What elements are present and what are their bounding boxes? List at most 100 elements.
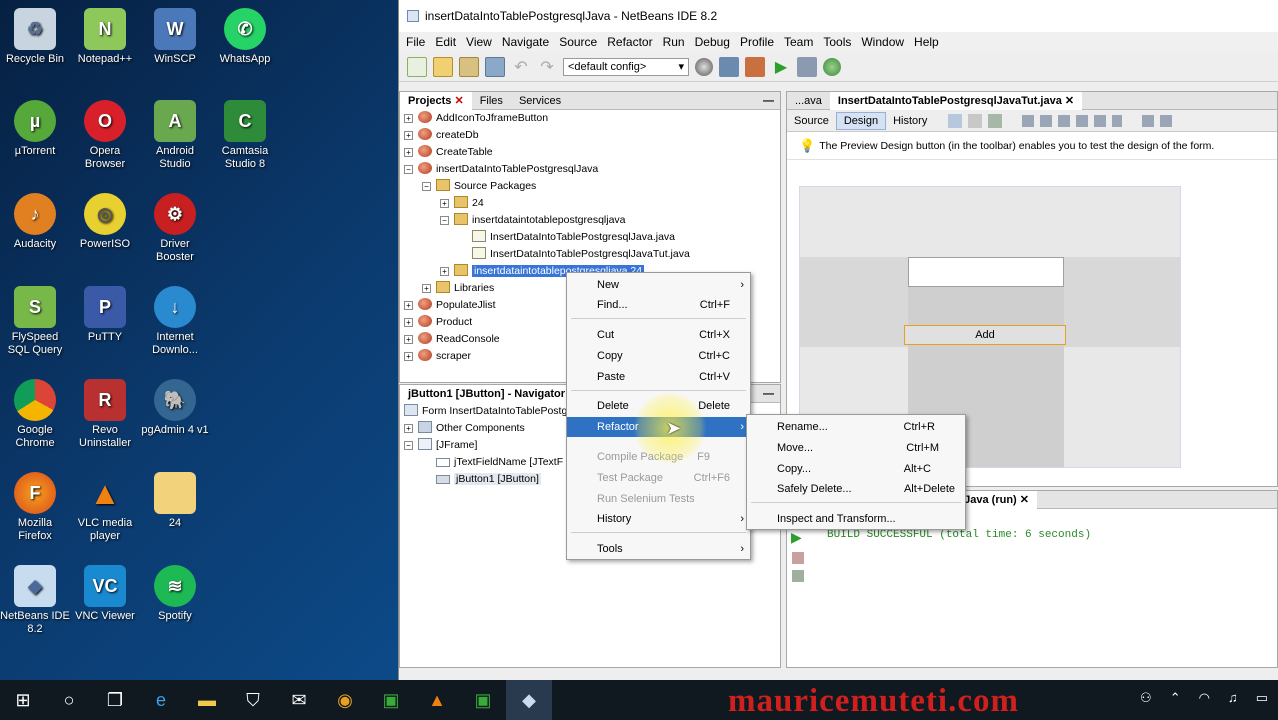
tree-node[interactable]: + AddIconToJframeButton [404, 110, 548, 127]
tab-projects[interactable]: Projects ✕ [400, 91, 472, 110]
menu-source[interactable]: Source [554, 35, 602, 49]
desktop-icon-spotify[interactable]: ≋ Spotify [140, 565, 210, 623]
expand-icon[interactable]: + [404, 318, 413, 327]
volume-icon[interactable]: ♫ [1228, 690, 1238, 706]
desktop-icon-utorrent[interactable]: µ µTorrent [0, 100, 70, 158]
collapse-icon[interactable]: − [422, 182, 431, 191]
window-titlebar[interactable]: insertDataIntoTablePostgresqlJava - NetB… [399, 0, 1278, 32]
menu-item-compile-package[interactable]: Compile Package F9 [567, 447, 750, 467]
run-icon[interactable]: ▶ [771, 57, 791, 77]
desktop-icon-netbeans[interactable]: ◆ NetBeans IDE 8.2 [0, 565, 70, 636]
file-explorer-icon[interactable]: ▬ [184, 680, 230, 720]
save-all-icon[interactable] [485, 56, 505, 77]
text-field-component[interactable] [908, 257, 1064, 287]
tree-node[interactable]: jTextFieldName [JTextF [436, 454, 563, 471]
new-file-icon[interactable] [407, 56, 427, 77]
menu-view[interactable]: View [461, 35, 497, 49]
vlc-taskbar-icon[interactable]: ▲ [414, 680, 460, 720]
minimize-icon[interactable]: — [763, 95, 774, 107]
desktop-icon-flyspeed[interactable]: S FlySpeed SQL Query [0, 286, 70, 357]
menu-item-find[interactable]: Find... Ctrl+F [567, 295, 750, 315]
desktop-icon-chrome[interactable]: Google Chrome [0, 379, 70, 450]
menu-item-rename[interactable]: Rename... Ctrl+R [747, 417, 965, 437]
desktop-icon-poweriso[interactable]: ◎ PowerISO [70, 193, 140, 251]
store-icon[interactable]: ⛉ [230, 680, 276, 720]
edge-icon[interactable]: e [138, 680, 184, 720]
new-project-icon[interactable] [433, 56, 453, 77]
menu-item-safely-delete[interactable]: Safely Delete... Alt+Delete [747, 479, 965, 499]
tree-node[interactable]: Form InsertDataIntoTablePostg [404, 403, 567, 420]
desktop-icon-revo[interactable]: R Revo Uninstaller [70, 379, 140, 450]
camtasia-taskbar-icon[interactable]: ▣ [368, 680, 414, 720]
undo-icon[interactable]: ↶ [511, 57, 531, 77]
desktop-icon-vnc[interactable]: VC VNC Viewer [70, 565, 140, 623]
menu-item-tools[interactable]: Tools › [567, 539, 750, 559]
expand-icon[interactable]: + [404, 352, 413, 361]
open-project-icon[interactable] [459, 56, 479, 77]
collapse-icon[interactable]: − [440, 216, 449, 225]
expand-icon[interactable]: + [440, 267, 449, 276]
menu-item-test-package[interactable]: Test Package Ctrl+F6 [567, 468, 750, 488]
netbeans-taskbar-icon[interactable]: ◆ [506, 680, 552, 720]
desktop-icon-android-studio[interactable]: A Android Studio [140, 100, 210, 171]
expand-icon[interactable]: + [422, 284, 431, 293]
chrome-taskbar-icon[interactable]: ◉ [322, 680, 368, 720]
tab-editor-other[interactable]: ...ava [787, 92, 830, 110]
selection-mode-icon[interactable] [948, 113, 963, 128]
redo-icon[interactable]: ↷ [537, 57, 557, 77]
desktop-icon-pgadmin[interactable]: 🐘 pgAdmin 4 v1 [140, 379, 210, 437]
expand-icon[interactable]: + [404, 335, 413, 344]
menu-refactor[interactable]: Refactor [602, 35, 657, 49]
tab-files[interactable]: Files [472, 92, 511, 110]
menu-help[interactable]: Help [909, 35, 944, 49]
desktop-icon-whatsapp[interactable]: ✆ WhatsApp [210, 8, 280, 66]
menu-profile[interactable]: Profile [735, 35, 779, 49]
tree-node[interactable]: + ReadConsole [404, 331, 500, 348]
menu-item-new[interactable]: New › [567, 275, 750, 295]
menu-debug[interactable]: Debug [690, 35, 735, 49]
menu-item-delete[interactable]: Delete Delete [567, 396, 750, 416]
menu-item-copy[interactable]: Copy Ctrl+C [567, 346, 750, 366]
collapse-icon[interactable]: − [404, 165, 413, 174]
desktop-icon-folder-24[interactable]: 24 [140, 472, 210, 530]
collapse-icon[interactable]: − [404, 441, 413, 450]
menu-file[interactable]: File [401, 35, 430, 49]
windows-start-icon[interactable]: ⊞ [0, 680, 46, 720]
close-icon[interactable]: ✕ [1065, 95, 1074, 107]
people-icon[interactable]: ⚇ [1140, 690, 1152, 706]
tree-node[interactable]: − insertdataintotablepostgresqljava [440, 212, 626, 229]
close-icon[interactable]: ✕ [1020, 494, 1029, 506]
tree-node[interactable]: − insertDataIntoTablePostgresqlJava [404, 161, 598, 178]
cortana-search-icon[interactable]: ○ [46, 680, 92, 720]
debug-icon[interactable] [797, 56, 817, 77]
menu-item-run-selenium[interactable]: Run Selenium Tests [567, 489, 750, 509]
target-icon[interactable] [695, 57, 713, 76]
tree-node[interactable]: − [JFrame] [404, 437, 477, 454]
camtasia-recorder-taskbar-icon[interactable]: ▣ [460, 680, 506, 720]
tree-node[interactable]: InsertDataIntoTablePostgresqlJavaTut.jav… [472, 246, 690, 263]
menu-team[interactable]: Team [779, 35, 818, 49]
view-history-button[interactable]: History [886, 113, 934, 129]
menu-item-move[interactable]: Move... Ctrl+M [747, 438, 965, 458]
menu-item-cut[interactable]: Cut Ctrl+X [567, 325, 750, 345]
menu-edit[interactable]: Edit [430, 35, 461, 49]
desktop-icon-driver-booster[interactable]: ⚙ Driver Booster [140, 193, 210, 264]
menu-item-paste[interactable]: Paste Ctrl+V [567, 367, 750, 387]
view-source-button[interactable]: Source [787, 113, 836, 129]
desktop-icon-notepadpp[interactable]: N Notepad++ [70, 8, 140, 66]
menu-item-inspect-transform[interactable]: Inspect and Transform... [747, 509, 965, 529]
mail-icon[interactable]: ✉ [276, 680, 322, 720]
close-icon[interactable]: ✕ [454, 95, 463, 107]
tab-navigator[interactable]: jButton1 [JButton] - Navigator ✕ [400, 384, 586, 403]
tree-node[interactable]: + createDb [404, 127, 479, 144]
profile-icon[interactable] [823, 57, 841, 76]
expand-icon[interactable]: + [404, 301, 413, 310]
desktop-icon-winscp[interactable]: W WinSCP [140, 8, 210, 66]
expand-icon[interactable]: + [404, 114, 413, 123]
menu-item-copy-refactor[interactable]: Copy... Alt+C [747, 459, 965, 479]
desktop-icon-camtasia[interactable]: C Camtasia Studio 8 [210, 100, 280, 171]
stop-icon[interactable] [792, 552, 804, 564]
view-design-button[interactable]: Design [835, 111, 887, 130]
desktop-icon-opera[interactable]: O Opera Browser [70, 100, 140, 171]
desktop-icon-audacity[interactable]: ♪ Audacity [0, 193, 70, 251]
